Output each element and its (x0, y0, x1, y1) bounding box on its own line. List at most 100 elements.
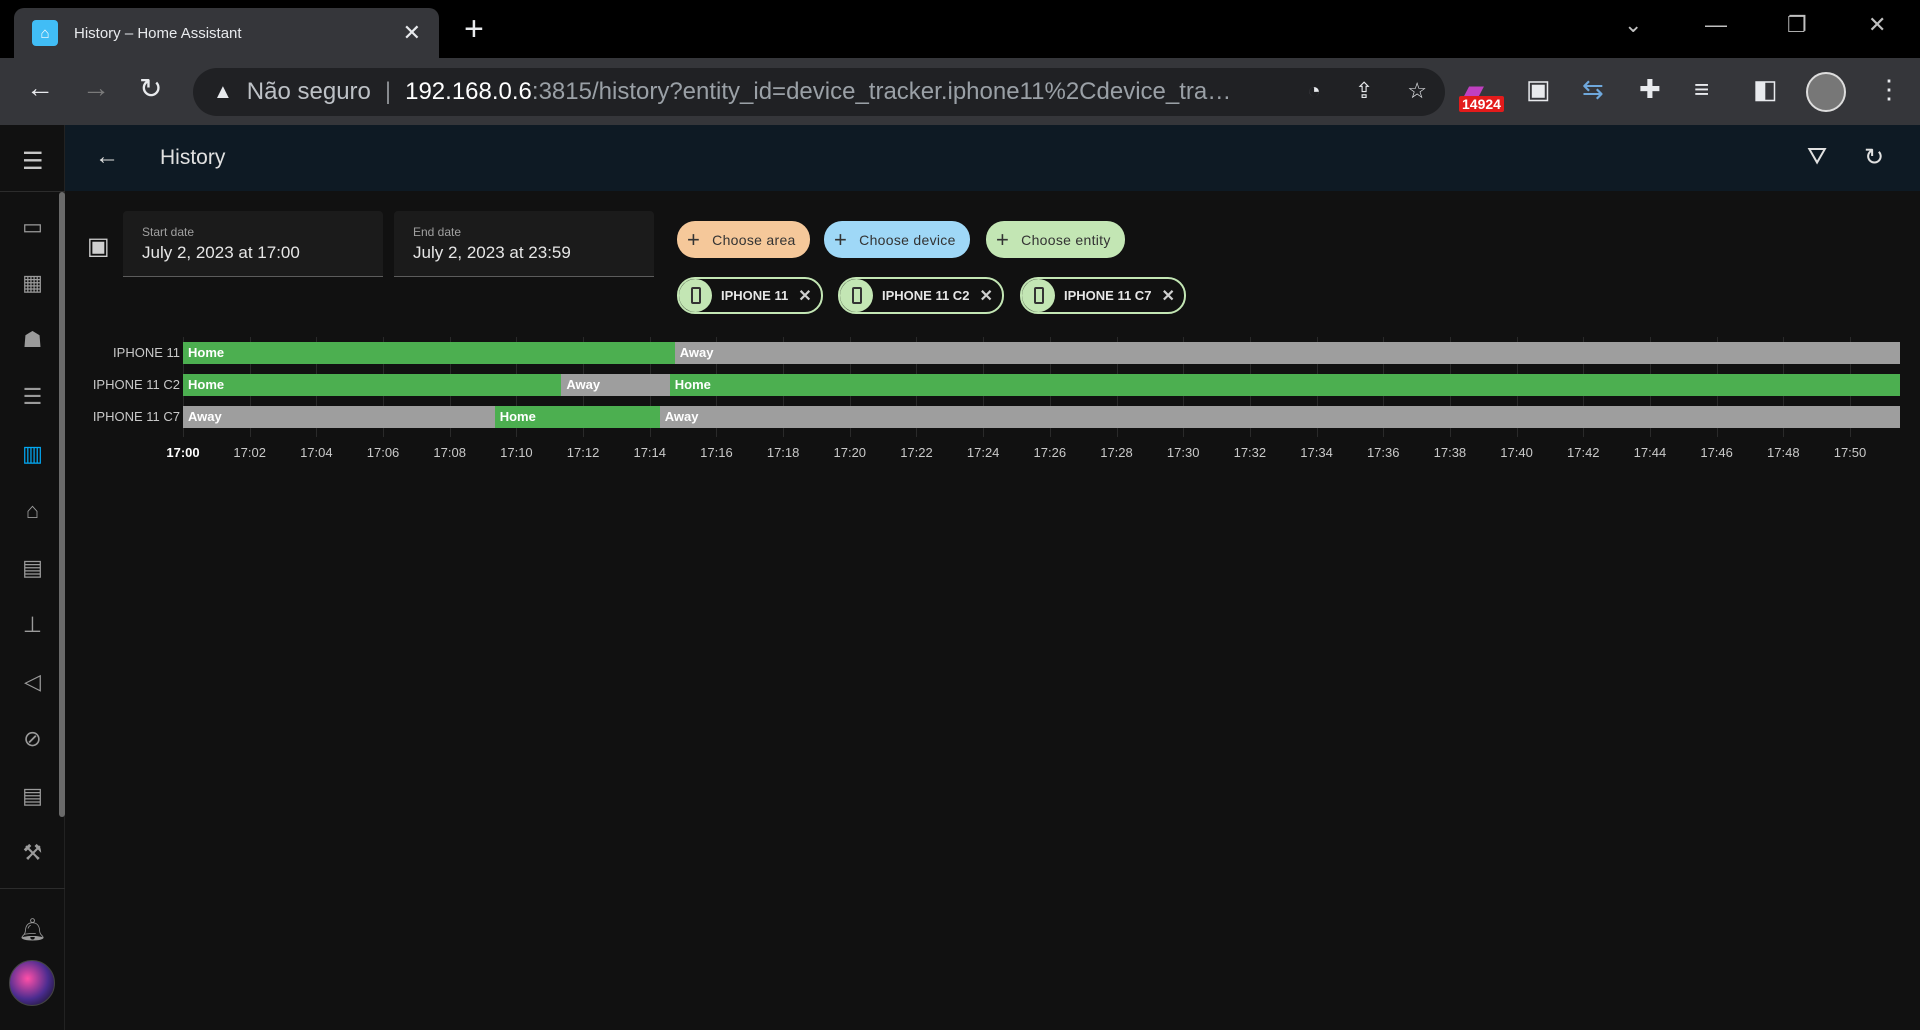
chip-icon: ▤ (22, 555, 43, 580)
browser-tab[interactable]: ⌂ History – Home Assistant ✕ (14, 8, 439, 58)
sidebar-item-notifications[interactable]: 🔔︎ (0, 905, 65, 955)
reload-icon[interactable]: ↻ (139, 72, 162, 105)
x-tick-label: 17:50 (1833, 445, 1867, 460)
timeline-row-label: IPHONE 11 C2 (92, 377, 180, 392)
entity-chip[interactable]: IPHONE 11 C7 ✕ (1020, 277, 1186, 314)
x-tick-label: 17:32 (1233, 445, 1267, 460)
bookmark-star-icon[interactable]: ☆ (1407, 78, 1427, 104)
entity-chip-label: IPHONE 11 (721, 288, 789, 303)
sidebar-item-chip[interactable]: ▤ (0, 543, 65, 593)
page-title: History (160, 146, 226, 169)
start-date-value: July 2, 2023 at 17:00 (142, 243, 300, 262)
choose-entity-button[interactable]: + Choose entity (986, 221, 1125, 258)
monitor-icon: ▭ (22, 214, 43, 239)
compass-icon: ⊘ (23, 726, 42, 751)
browser-tabbar: ⌂ History – Home Assistant ✕ + ⌄ — ❐ ✕ (0, 0, 1920, 58)
not-secure-label[interactable]: Não seguro (247, 78, 371, 106)
extension-3-icon[interactable]: ⇆ (1582, 74, 1604, 105)
url-host: 192.168.0.6 (405, 78, 532, 105)
plus-icon: + (834, 226, 848, 252)
user-avatar[interactable] (9, 960, 55, 1006)
restore-icon[interactable]: ❐ (1787, 12, 1807, 38)
new-tab-icon[interactable]: + (464, 12, 484, 46)
cellphone-icon (1022, 279, 1055, 312)
choose-entity-label: Choose entity (1021, 231, 1111, 248)
calendar-icon[interactable]: ▣ (87, 232, 110, 261)
x-tick-label: 17:40 (1500, 445, 1533, 460)
timeline-segment-home[interactable]: Home (183, 374, 562, 396)
timeline-row-label: IPHONE 11 (113, 345, 180, 360)
sidebar-divider (0, 888, 65, 889)
remove-entity-icon[interactable]: ✕ (798, 286, 811, 306)
x-tick-label: 17:28 (1100, 445, 1133, 460)
timeline-segment-away[interactable]: Away (659, 406, 1900, 428)
menu-icon[interactable]: ☰ (22, 147, 44, 176)
sidebar-item-developer-tools[interactable]: ⚒ (0, 828, 65, 878)
plus-icon: + (996, 226, 1010, 252)
entity-chip-label: IPHONE 11 C2 (882, 288, 970, 303)
sidebar-item-hierarchy[interactable]: ⊥ (0, 600, 65, 650)
timeline-segment-away[interactable]: Away (674, 342, 1900, 364)
extension-2-icon[interactable]: ▣ (1526, 74, 1551, 105)
sidebar-item-robot[interactable]: ☗ (0, 315, 65, 365)
extensions-puzzle-icon[interactable]: ✚ (1639, 74, 1661, 105)
warning-icon[interactable]: ▲ (213, 81, 233, 104)
x-tick-label: 17:36 (1366, 445, 1400, 460)
list-icon: ☰ (22, 384, 43, 409)
choose-area-button[interactable]: + Choose area (677, 221, 810, 258)
browser-menu-icon[interactable]: ⋮ (1876, 74, 1902, 105)
x-tick-label: 17:18 (766, 445, 800, 460)
sidebar-item-history[interactable]: ▥ (0, 429, 65, 479)
x-tick-label: 17:04 (300, 445, 333, 460)
end-date-field[interactable]: End date July 2, 2023 at 23:59 (394, 211, 654, 277)
sidebar-item-overview[interactable]: ▭ (0, 202, 65, 252)
sidebar-item-logbook[interactable]: ☰ (0, 372, 65, 422)
timeline-segment-home[interactable]: Home (183, 342, 675, 364)
sidebar-item-chip2[interactable]: ▤ (0, 771, 65, 821)
minimize-icon[interactable]: — (1705, 12, 1727, 38)
entity-chip[interactable]: IPHONE 11 ✕ (677, 277, 823, 314)
close-tab-icon[interactable]: ✕ (403, 20, 421, 46)
x-tick-label: 17:26 (1033, 445, 1067, 460)
sidebar: ☰ ▭ ▦ ☗ ☰ ▥ ⌂ ▤ ⊥ ◁ ⊘ ▤ ⚒ 🔔︎ (0, 125, 65, 1030)
choose-area-label: Choose area (712, 231, 796, 248)
timeline-segment-away[interactable]: Away (183, 406, 495, 428)
tab-search-icon[interactable]: ⌄ (1624, 12, 1642, 38)
x-tick-label: 17:22 (900, 445, 933, 460)
refresh-icon[interactable]: ↻ (1864, 143, 1884, 172)
sidebar-item-dashboard[interactable]: ▦ (0, 258, 65, 308)
sidebar-item-vscode[interactable]: ◁ (0, 657, 65, 707)
back-icon[interactable]: ← (26, 72, 54, 104)
window-close-icon[interactable]: ✕ (1868, 12, 1886, 38)
media-queue-icon[interactable]: ≡ (1694, 74, 1709, 105)
x-tick-label: 17:34 (1300, 445, 1333, 460)
cellphone-icon (679, 279, 712, 312)
x-tick-label: 17:16 (700, 445, 733, 460)
x-tick-label: 17:24 (966, 445, 1000, 460)
profile-avatar[interactable] (1806, 72, 1846, 112)
remove-entity-icon[interactable]: ✕ (979, 286, 992, 306)
timeline-segment-away[interactable]: Away (561, 374, 670, 396)
sidebar-item-home-wifi[interactable]: ⌂ (0, 486, 65, 536)
back-arrow-icon[interactable]: ← (95, 143, 119, 171)
choose-device-button[interactable]: + Choose device (824, 221, 970, 258)
forward-icon[interactable]: → (82, 72, 110, 104)
bell-icon: 🔔︎ (18, 917, 47, 942)
sidebar-scrollbar[interactable] (59, 192, 65, 817)
plus-icon: + (687, 226, 701, 252)
side-panel-icon[interactable]: ◧ (1753, 74, 1778, 105)
performance-icon[interactable]: ◔ (1308, 78, 1321, 104)
x-tick-label: 17:12 (566, 445, 600, 460)
sidebar-item-compass[interactable]: ⊘ (0, 714, 65, 764)
timeline-segment-home[interactable]: Home (669, 374, 1900, 396)
x-tick-label: 17:14 (633, 445, 667, 460)
start-date-field[interactable]: Start date July 2, 2023 at 17:00 (123, 211, 383, 277)
share-icon[interactable]: ⇪ (1355, 78, 1373, 104)
entity-chip-label: IPHONE 11 C7 (1064, 288, 1152, 303)
start-date-label: Start date (142, 225, 195, 239)
remove-entity-icon[interactable]: ✕ (1161, 286, 1174, 306)
clear-filter-icon[interactable]: ⛛ (1807, 143, 1827, 171)
entity-chip[interactable]: IPHONE 11 C2 ✕ (838, 277, 1004, 314)
address-bar[interactable]: ▲ Não seguro | 192.168.0.6 :3815/history… (193, 68, 1445, 116)
timeline-segment-home[interactable]: Home (494, 406, 660, 428)
